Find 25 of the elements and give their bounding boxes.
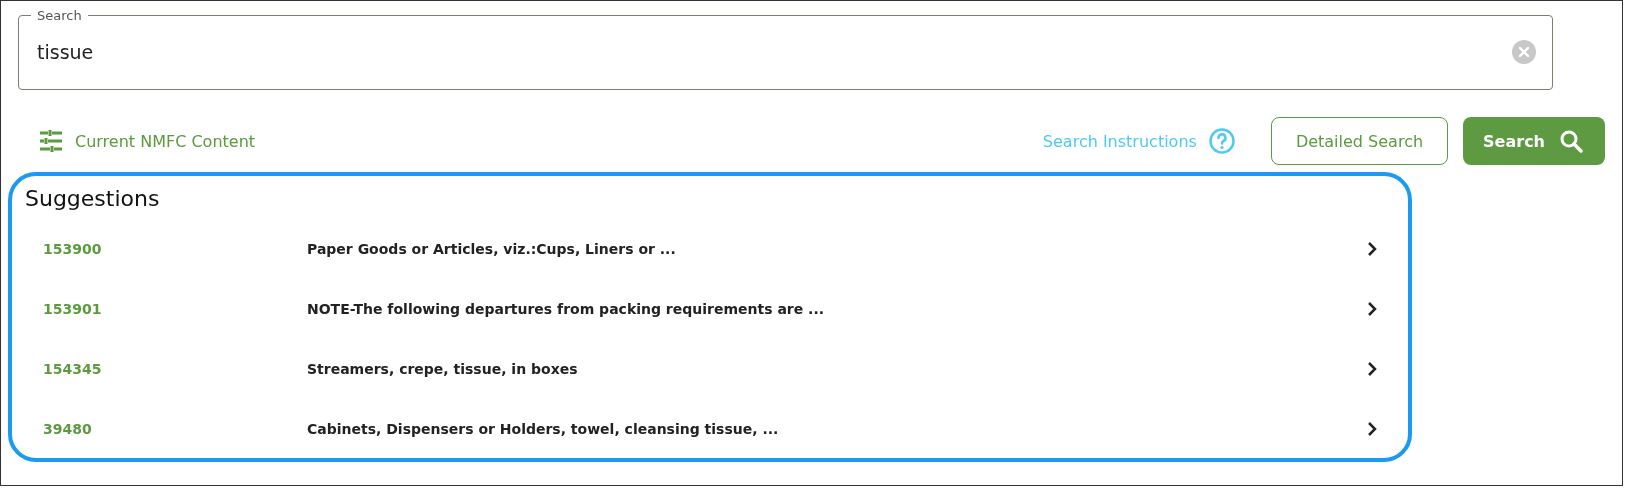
item-description: NOTE-The following departures from packing requirements are ... bbox=[307, 301, 826, 317]
item-description: Cabinets, Dispensers or Holders, towel, cleansing tissue, ... bbox=[307, 421, 780, 437]
chevron-icon bbox=[1367, 361, 1377, 377]
suggestion-row[interactable]: 39480 Cabinets, Dispensers or Holders, towel, cleansing tissue, ... bbox=[12, 399, 1408, 459]
sliders-icon bbox=[39, 130, 63, 152]
suggestion-row[interactable]: 153900 Paper Goods or Articles, viz.:Cups, Liners or ... bbox=[12, 219, 1408, 279]
suggestion-row[interactable]: 154345 Streamers, crepe, tissue, in boxes bbox=[12, 339, 1408, 399]
item-description: Paper Goods or Articles, viz.:Cups, Liners or ... bbox=[307, 241, 677, 257]
item-code: 39480 bbox=[43, 421, 93, 437]
chevron-icon bbox=[1367, 421, 1377, 437]
search-icon bbox=[1559, 129, 1583, 153]
clear-icon[interactable] bbox=[1512, 40, 1536, 64]
chevron-icon bbox=[1367, 241, 1377, 257]
item-description: Streamers, crepe, tissue, in boxes bbox=[307, 361, 579, 377]
search-input[interactable]: tissue bbox=[37, 41, 1512, 63]
search-field[interactable]: Search tissue bbox=[18, 8, 1553, 90]
panel-title: Suggestions bbox=[24, 186, 161, 211]
item-code: 153900 bbox=[43, 241, 103, 257]
chevron-icon bbox=[1367, 301, 1377, 317]
help-icon[interactable] bbox=[1208, 128, 1235, 154]
detailed-search-button[interactable]: Detailed Search bbox=[1270, 117, 1449, 165]
item-code: 153901 bbox=[43, 301, 103, 317]
item-code: 154345 bbox=[43, 361, 103, 377]
field-label: Search bbox=[36, 8, 83, 23]
suggestion-row[interactable]: 153901 NOTE-The following departures from packing requirements are ... bbox=[12, 279, 1408, 339]
